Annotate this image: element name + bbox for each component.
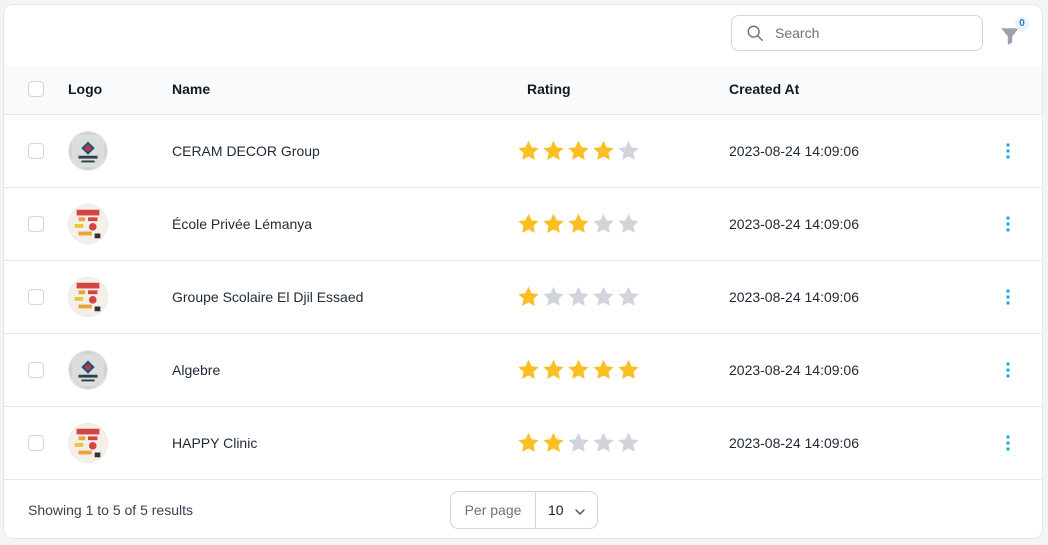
row-actions-menu-icon[interactable]: [1000, 360, 1016, 380]
column-header-rating[interactable]: Rating: [527, 81, 571, 97]
row-name: CERAM DECOR Group: [172, 143, 320, 159]
filter-count-badge: 0: [1015, 17, 1029, 31]
table-toolbar: 0: [4, 5, 1042, 66]
results-summary: Showing 1 to 5 of 5 results: [28, 502, 193, 518]
row-checkbox[interactable]: [28, 216, 44, 232]
table-row: École Privée Lémanya 2023-08-24 14:09:06: [4, 188, 1042, 261]
table-header: Logo Name Rating Created At: [4, 65, 1042, 115]
column-header-name[interactable]: Name: [172, 81, 210, 97]
table-row: Groupe Scolaire El Djil Essaed 2023-08-24…: [4, 261, 1042, 334]
rating-stars: [516, 139, 641, 163]
ceram-decor-logo-icon: [68, 350, 108, 390]
star-filled-icon[interactable]: [541, 431, 566, 455]
per-page-value: 10: [548, 502, 564, 518]
school-logo-icon: [68, 277, 108, 317]
table-footer: Showing 1 to 5 of 5 results Per page 10: [4, 480, 1042, 538]
table-card: 0 Logo Name Rating Created At CERAM DECO…: [3, 4, 1043, 539]
row-actions-menu-icon[interactable]: [1000, 141, 1016, 161]
star-filled-icon[interactable]: [516, 358, 541, 382]
rating-stars: [516, 431, 641, 455]
row-created-at: 2023-08-24 14:09:06: [729, 362, 859, 378]
row-name: Groupe Scolaire El Djil Essaed: [172, 289, 364, 305]
rating-stars: [516, 285, 641, 309]
star-empty-icon[interactable]: [541, 285, 566, 309]
star-filled-icon[interactable]: [591, 139, 616, 163]
rating-stars: [516, 212, 641, 236]
table-row: Algebre 2023-08-24 14:09:06: [4, 334, 1042, 407]
star-empty-icon[interactable]: [566, 285, 591, 309]
star-filled-icon[interactable]: [516, 139, 541, 163]
star-filled-icon[interactable]: [566, 212, 591, 236]
row-checkbox[interactable]: [28, 289, 44, 305]
row-created-at: 2023-08-24 14:09:06: [729, 289, 859, 305]
star-empty-icon[interactable]: [616, 285, 641, 309]
star-filled-icon[interactable]: [566, 139, 591, 163]
school-logo-icon: [68, 423, 108, 463]
row-created-at: 2023-08-24 14:09:06: [729, 143, 859, 159]
star-empty-icon[interactable]: [616, 139, 641, 163]
per-page-label: Per page: [451, 492, 536, 528]
row-created-at: 2023-08-24 14:09:06: [729, 216, 859, 232]
star-filled-icon[interactable]: [541, 212, 566, 236]
ceram-decor-logo-icon: [68, 131, 108, 171]
star-filled-icon[interactable]: [541, 139, 566, 163]
row-name: HAPPY Clinic: [172, 435, 258, 451]
row-checkbox[interactable]: [28, 435, 44, 451]
search-icon: [747, 25, 763, 41]
row-actions-menu-icon[interactable]: [1000, 287, 1016, 307]
select-all-checkbox[interactable]: [28, 81, 44, 97]
column-header-logo[interactable]: Logo: [68, 81, 102, 97]
table-row: CERAM DECOR Group 2023-08-24 14:09:06: [4, 115, 1042, 188]
star-empty-icon[interactable]: [591, 431, 616, 455]
rating-stars: [516, 358, 641, 382]
row-checkbox[interactable]: [28, 143, 44, 159]
star-filled-icon[interactable]: [566, 358, 591, 382]
star-empty-icon[interactable]: [591, 212, 616, 236]
star-filled-icon[interactable]: [516, 285, 541, 309]
row-name: Algebre: [172, 362, 221, 378]
table-row: HAPPY Clinic 2023-08-24 14:09:06: [4, 407, 1042, 480]
star-filled-icon[interactable]: [591, 358, 616, 382]
row-created-at: 2023-08-24 14:09:06: [729, 435, 859, 451]
row-checkbox[interactable]: [28, 362, 44, 378]
school-logo-icon: [68, 204, 108, 244]
column-header-created-at[interactable]: Created At: [729, 81, 799, 97]
per-page-select[interactable]: 10: [536, 492, 597, 528]
star-filled-icon[interactable]: [516, 212, 541, 236]
chevron-down-icon: [575, 509, 585, 515]
per-page-control: Per page 10: [450, 491, 598, 529]
star-filled-icon[interactable]: [516, 431, 541, 455]
search-input[interactable]: [773, 24, 967, 42]
row-name: École Privée Lémanya: [172, 216, 313, 232]
row-actions-menu-icon[interactable]: [1000, 214, 1016, 234]
star-empty-icon[interactable]: [616, 431, 641, 455]
star-empty-icon[interactable]: [566, 431, 591, 455]
star-filled-icon[interactable]: [541, 358, 566, 382]
star-filled-icon[interactable]: [616, 358, 641, 382]
star-empty-icon[interactable]: [591, 285, 616, 309]
star-empty-icon[interactable]: [616, 212, 641, 236]
search-box[interactable]: [731, 15, 983, 51]
row-actions-menu-icon[interactable]: [1000, 433, 1016, 453]
